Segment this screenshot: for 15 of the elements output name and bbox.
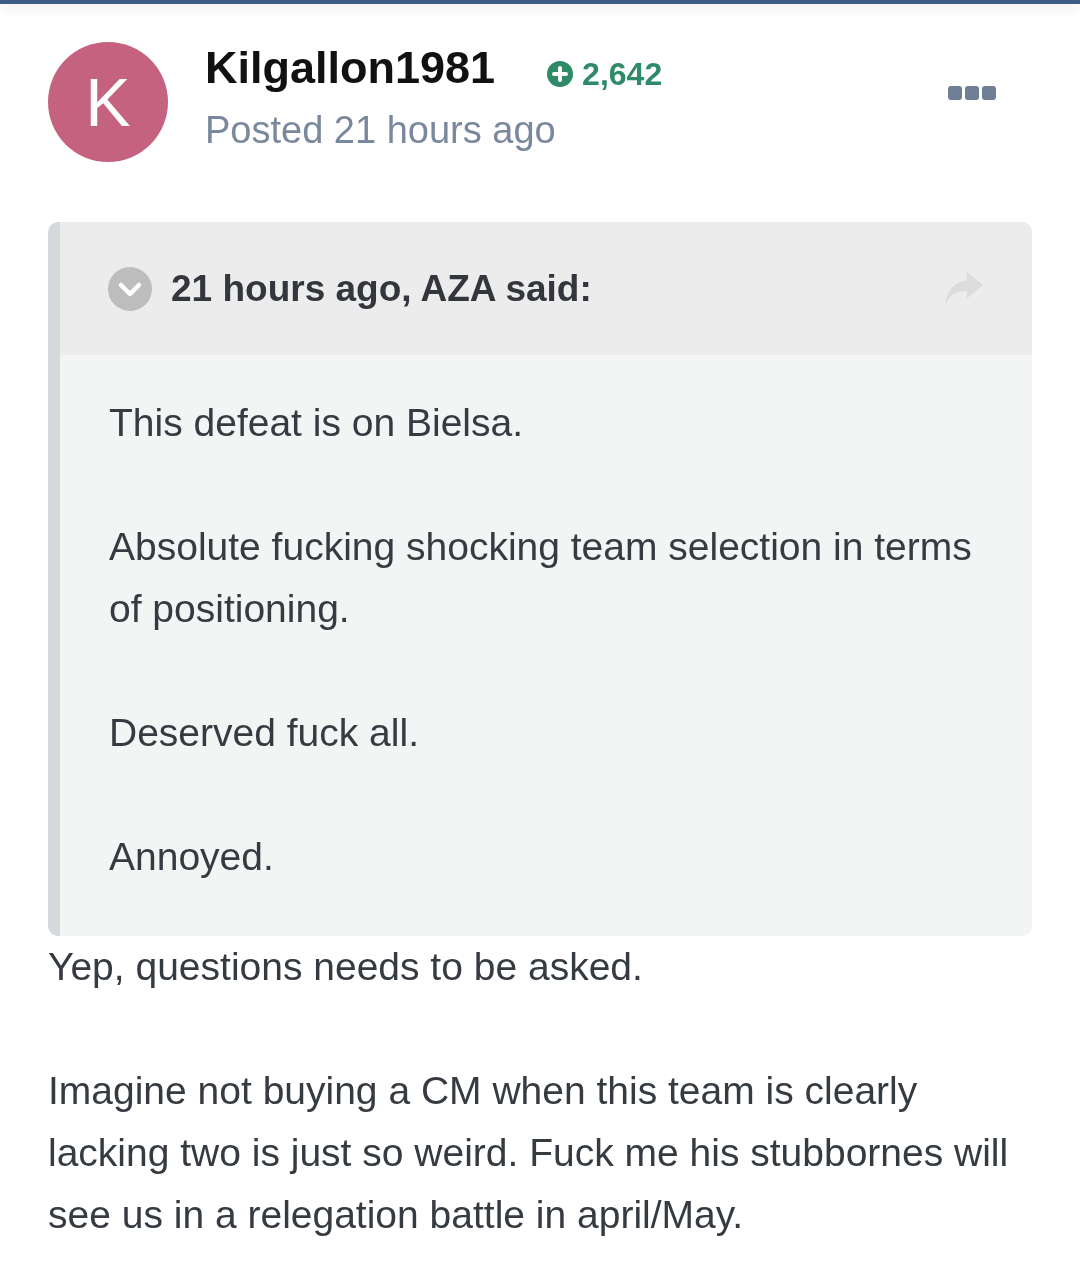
post-paragraph: Yep, questions needs to be asked.: [48, 944, 644, 990]
chevron-down-circle-icon[interactable]: [108, 266, 152, 311]
ellipsis-icon: [948, 86, 996, 100]
plus-circle-icon: [547, 61, 574, 87]
avatar[interactable]: K: [48, 42, 168, 162]
quote-paragraph: Deserved fuck all.: [109, 710, 420, 756]
post-paragraph: Imagine not buying a CM when this team is clearly lacking two is just so weird. Fuck me his stubbornes will see us in a relegation battle in april/May.: [48, 1068, 1010, 1238]
post-time: Posted 21 hours ago: [205, 108, 557, 153]
quote-citation: 21 hours ago, AZA said:: [171, 266, 592, 311]
quote-paragraph: This defeat is on Bielsa.: [109, 400, 525, 446]
username-link[interactable]: Kilgallon1981: [205, 42, 496, 94]
reputation-count: 2,642: [582, 55, 663, 94]
more-options-button[interactable]: [948, 86, 996, 100]
quote-paragraph: Annoyed.: [109, 834, 275, 880]
quote-paragraph: Absolute fucking shocking team selection in terms of positioning.: [109, 524, 973, 632]
